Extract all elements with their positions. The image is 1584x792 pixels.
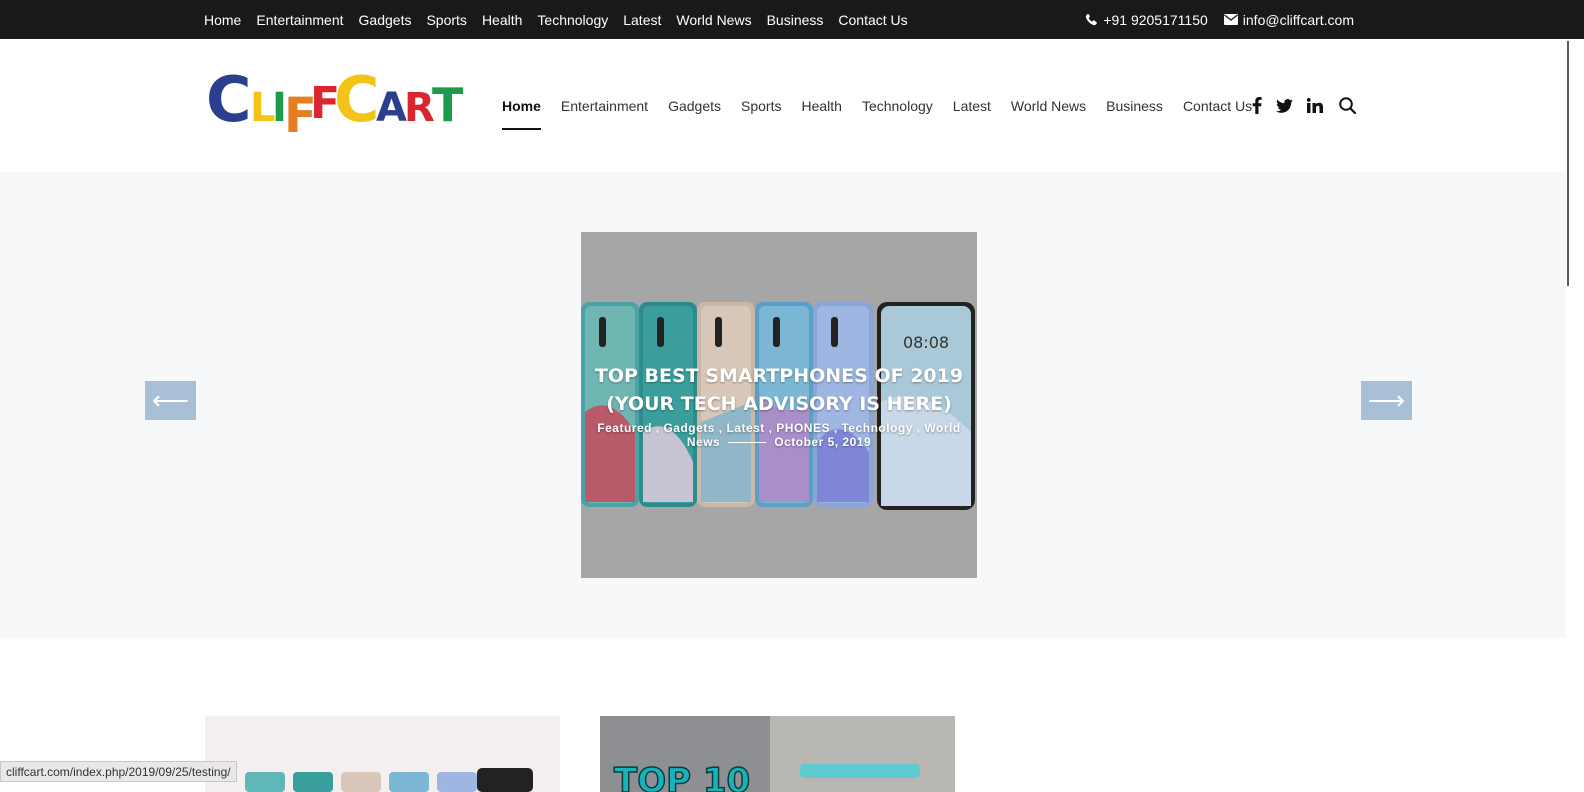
twitter-icon[interactable] xyxy=(1276,98,1293,113)
nav-sports[interactable]: Sports xyxy=(741,39,781,172)
cliffcart-logo-graphic: C L I F F C A R T xyxy=(206,66,465,138)
featured-slider: 08:08 TOP BEST SMARTPHONES OF 2019 (YOUR… xyxy=(0,172,1566,638)
phone-icon xyxy=(1085,13,1098,26)
slide-date: October 5, 2019 xyxy=(774,435,872,449)
top-nav-gadgets[interactable]: Gadgets xyxy=(359,12,412,28)
nav-world-news[interactable]: World News xyxy=(1011,39,1086,172)
top-nav-health[interactable]: Health xyxy=(482,12,522,28)
nav-health[interactable]: Health xyxy=(801,39,841,172)
svg-text:R: R xyxy=(404,85,434,131)
slide-card[interactable]: 08:08 TOP BEST SMARTPHONES OF 2019 (YOUR… xyxy=(581,232,977,578)
linkedin-icon[interactable] xyxy=(1307,98,1323,113)
slider-prev-button[interactable]: ⟵ xyxy=(145,381,196,420)
nav-contact-us[interactable]: Contact Us xyxy=(1183,39,1252,172)
phone-link[interactable]: +91 9205171150 xyxy=(1085,11,1208,28)
meta-separator xyxy=(728,442,767,444)
svg-text:A: A xyxy=(376,85,407,131)
slider-next-button[interactable]: ⟶ xyxy=(1361,381,1412,420)
post-thumbnail: TOP 10 xyxy=(600,716,955,792)
nav-home[interactable]: Home xyxy=(502,39,541,172)
svg-text:C: C xyxy=(206,66,251,136)
svg-text:T: T xyxy=(432,78,464,132)
top-nav-home[interactable]: Home xyxy=(204,12,241,28)
post-thumbnail xyxy=(205,716,560,792)
top-nav-latest[interactable]: Latest xyxy=(623,12,661,28)
post-thumbnail-text: TOP 10 xyxy=(614,761,750,792)
nav-technology[interactable]: Technology xyxy=(862,39,933,172)
post-card[interactable] xyxy=(205,716,560,792)
slide-meta: Featured , Gadgets , Latest , PHONES , T… xyxy=(581,421,977,449)
phone-number: +91 9205171150 xyxy=(1103,11,1208,28)
svg-text:C: C xyxy=(334,66,379,136)
nav-gadgets[interactable]: Gadgets xyxy=(668,39,721,172)
phone-clock: 08:08 xyxy=(903,333,949,352)
top-nav-contact-us[interactable]: Contact Us xyxy=(838,12,907,28)
arrow-right-icon: ⟶ xyxy=(1367,385,1406,415)
site-header: C L I F F C A R T Home Entertainment Gad… xyxy=(0,39,1566,172)
site-logo[interactable]: C L I F F C A R T xyxy=(206,66,466,138)
email-link[interactable]: info@cliffcart.com xyxy=(1223,11,1354,28)
scrollbar-thumb[interactable] xyxy=(1567,41,1569,286)
nav-entertainment[interactable]: Entertainment xyxy=(561,39,648,172)
top-nav-technology[interactable]: Technology xyxy=(537,12,608,28)
nav-business[interactable]: Business xyxy=(1106,39,1163,172)
top-nav: Home Entertainment Gadgets Sports Health… xyxy=(204,0,908,39)
main-nav: Home Entertainment Gadgets Sports Health… xyxy=(502,39,1252,172)
post-card[interactable]: TOP 10 xyxy=(600,716,955,792)
slide-caption: TOP BEST SMARTPHONES OF 2019 (YOUR TECH … xyxy=(581,362,977,449)
envelope-icon xyxy=(1223,14,1238,25)
top-nav-world-news[interactable]: World News xyxy=(676,12,751,28)
email-address: info@cliffcart.com xyxy=(1242,11,1354,28)
slide-title[interactable]: TOP BEST SMARTPHONES OF 2019 (YOUR TECH … xyxy=(581,362,977,418)
top-contact: +91 9205171150 info@cliffcart.com xyxy=(1085,0,1354,39)
browser-status-url: cliffcart.com/index.php/2019/09/25/testi… xyxy=(0,761,237,782)
search-icon[interactable] xyxy=(1339,97,1356,114)
arrow-left-icon: ⟵ xyxy=(151,385,190,415)
nav-latest[interactable]: Latest xyxy=(953,39,991,172)
top-nav-sports[interactable]: Sports xyxy=(426,12,466,28)
top-bar: Home Entertainment Gadgets Sports Health… xyxy=(0,0,1584,39)
top-nav-entertainment[interactable]: Entertainment xyxy=(256,12,343,28)
top-nav-business[interactable]: Business xyxy=(767,12,824,28)
social-links xyxy=(1252,39,1356,172)
facebook-icon[interactable] xyxy=(1252,97,1262,114)
